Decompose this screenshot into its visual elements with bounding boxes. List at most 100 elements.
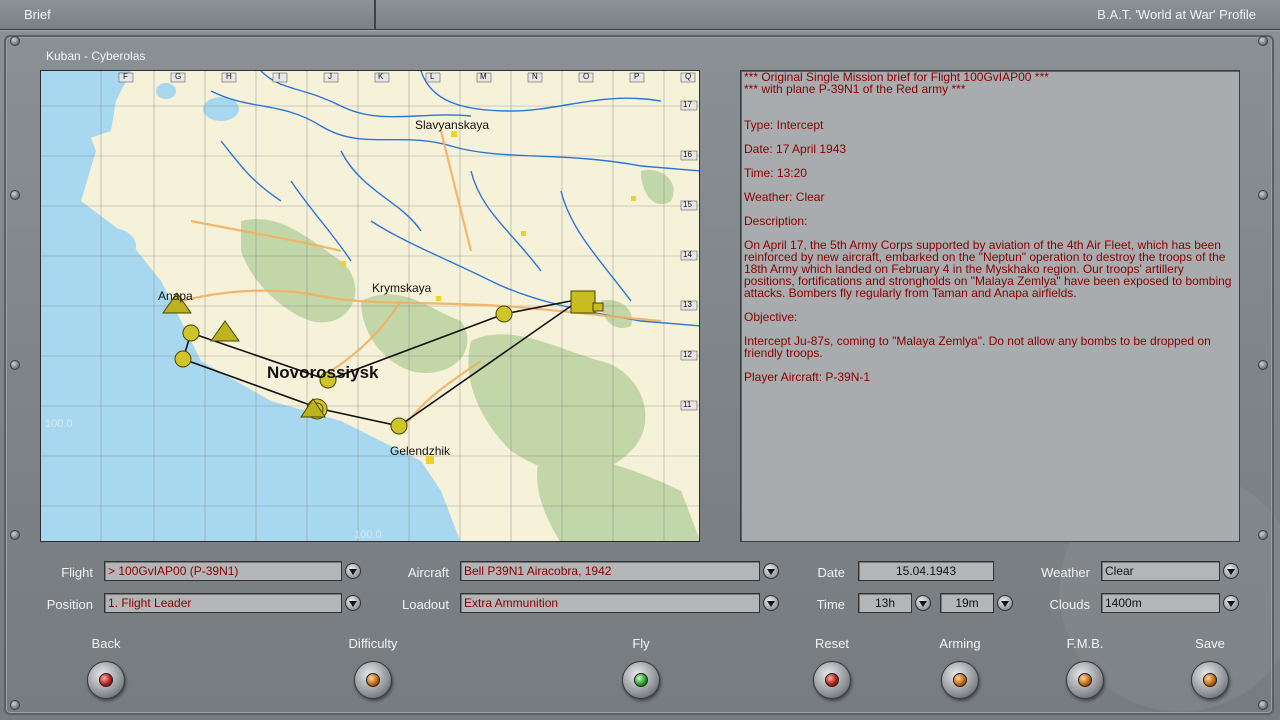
reset-control: Reset <box>792 636 872 699</box>
brief-time: Time: 13:20 <box>744 166 807 180</box>
aircraft-select[interactable]: Bell P39N1 Airacobra, 1942 <box>460 561 760 581</box>
rivet <box>1258 36 1268 46</box>
back-control: Back <box>66 636 146 699</box>
grid-row-label: 14 <box>683 250 692 259</box>
brief-type: Type: Intercept <box>744 118 824 132</box>
rivet <box>10 36 20 46</box>
time-hour-field[interactable]: 13h <box>858 593 912 613</box>
date-label: Date <box>817 565 845 580</box>
back-label: Back <box>91 636 121 651</box>
waypoint-marker <box>390 417 408 435</box>
grid-row-label: 12 <box>683 350 692 359</box>
difficulty-label: Difficulty <box>348 636 398 651</box>
time-minute-dropdown-icon[interactable] <box>997 595 1013 611</box>
place-anapa: Anapa <box>158 289 193 303</box>
difficulty-control: Difficulty <box>333 636 413 699</box>
profile-title: B.A.T. 'World at War' Profile <box>1097 7 1256 22</box>
flight-dropdown-icon[interactable] <box>345 563 361 579</box>
fly-label: Fly <box>632 636 650 651</box>
waypoint-marker <box>495 305 513 323</box>
grid-col-label: L <box>430 72 435 81</box>
position-label: Position <box>46 597 93 612</box>
time-label: Time <box>816 597 845 612</box>
loadout-dropdown-icon[interactable] <box>763 595 779 611</box>
waypoint-marker <box>182 324 200 342</box>
red-lamp-icon <box>825 673 839 687</box>
weather-select[interactable]: Clear <box>1101 561 1220 581</box>
position-dropdown-icon[interactable] <box>345 595 361 611</box>
map-scale-bottom: 100.0 <box>354 529 382 541</box>
orange-lamp-icon <box>366 673 380 687</box>
base-marker <box>570 290 596 314</box>
grid-col-label: F <box>123 72 128 81</box>
fly-button[interactable] <box>622 661 660 699</box>
fmb-control: F.M.B. <box>1045 636 1125 699</box>
arming-label: Arming <box>939 636 981 651</box>
grid-col-label: K <box>378 72 384 81</box>
time-hour-dropdown-icon[interactable] <box>915 595 931 611</box>
clouds-select[interactable]: 1400m <box>1101 593 1220 613</box>
arming-button[interactable] <box>941 661 979 699</box>
orange-lamp-icon <box>1078 673 1092 687</box>
grid-row-label: 11 <box>683 400 692 409</box>
flight-label: Flight <box>61 565 93 580</box>
loadout-label: Loadout <box>402 597 449 612</box>
flight-select[interactable]: > 100GvIAP00 (P-39N1) <box>104 561 342 581</box>
airfield-marker <box>210 320 240 342</box>
loadout-select[interactable]: Extra Ammunition <box>460 593 760 613</box>
waypoint-marker <box>174 350 192 368</box>
rivet <box>1258 360 1268 370</box>
reset-label: Reset <box>815 636 849 651</box>
green-lamp-icon <box>634 673 648 687</box>
grid-col-label: O <box>583 72 590 81</box>
time-minute-field[interactable]: 19m <box>940 593 994 613</box>
orange-lamp-icon <box>953 673 967 687</box>
difficulty-button[interactable] <box>354 661 392 699</box>
grid-col-label: N <box>532 72 538 81</box>
map-title: Kuban - Cyberolas <box>46 49 146 63</box>
fly-control: Fly <box>601 636 681 699</box>
clouds-dropdown-icon[interactable] <box>1223 595 1239 611</box>
reset-button[interactable] <box>813 661 851 699</box>
place-slavyanskaya: Slavyanskaya <box>415 118 490 132</box>
grid-col-label: J <box>328 72 332 81</box>
brief-player-aircraft: Player Aircraft: P-39N-1 <box>744 370 871 384</box>
place-novorossiysk: Novorossiysk <box>267 363 379 382</box>
save-button[interactable] <box>1191 661 1229 699</box>
grid-col-label: M <box>480 72 487 81</box>
save-label: Save <box>1195 636 1225 651</box>
aircraft-dropdown-icon[interactable] <box>763 563 779 579</box>
brief-date: Date: 17 April 1943 <box>744 142 847 156</box>
rivet <box>1258 190 1268 200</box>
rivet <box>10 190 20 200</box>
fmb-label: F.M.B. <box>1066 636 1104 651</box>
rivet <box>10 360 20 370</box>
red-lamp-icon <box>99 673 113 687</box>
map-canvas <box>41 71 699 541</box>
brief-header-line: *** with plane P-39N1 of the Red army **… <box>744 82 966 96</box>
grid-row-label: 16 <box>683 150 692 159</box>
rivet <box>10 530 20 540</box>
place-krymskaya: Krymskaya <box>372 281 432 295</box>
fmb-button[interactable] <box>1066 661 1104 699</box>
brief-objective-title: Objective: <box>744 310 798 324</box>
mission-brief-text[interactable]: *** Original Single Mission brief for Fl… <box>740 70 1240 542</box>
weather-dropdown-icon[interactable] <box>1223 563 1239 579</box>
date-field[interactable]: 15.04.1943 <box>858 561 994 581</box>
grid-col-label: Q <box>685 72 692 81</box>
brief-objective: Intercept Ju-87s, coming to "Malaya Zeml… <box>744 334 1211 360</box>
weather-label: Weather <box>1041 565 1090 580</box>
aircraft-label: Aircraft <box>407 565 449 580</box>
brief-description-title: Description: <box>744 214 808 228</box>
screen-title: Brief <box>24 7 51 22</box>
grid-row-label: 17 <box>683 100 692 109</box>
save-control: Save <box>1170 636 1250 699</box>
grid-row-label: 15 <box>683 200 692 209</box>
top-bar-left-tab: Brief <box>0 0 376 30</box>
clouds-label: Clouds <box>1049 597 1090 612</box>
rivet <box>1258 700 1268 710</box>
back-button[interactable] <box>87 661 125 699</box>
brief-weather: Weather: Clear <box>744 190 825 204</box>
position-select[interactable]: 1. Flight Leader <box>104 593 342 613</box>
mission-map[interactable]: F G H I J K L M N O P Q 17 16 15 14 13 1… <box>40 70 700 542</box>
